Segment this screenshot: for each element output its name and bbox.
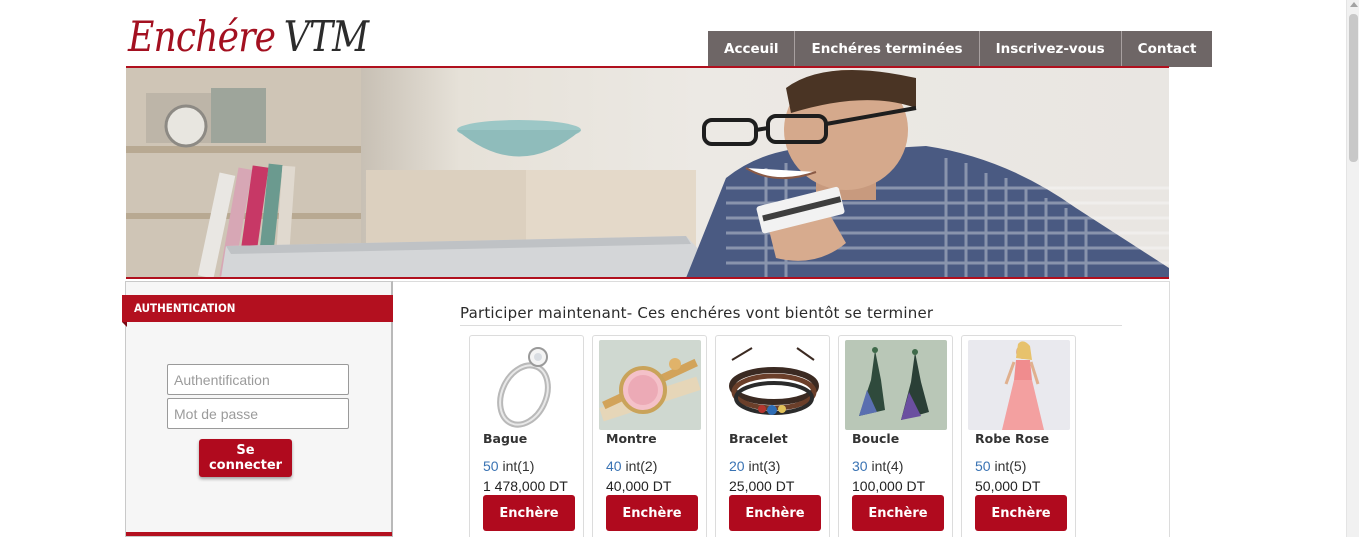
- product-card-montre[interactable]: Montre 40 int(2) 40,000 DT Enchère: [592, 335, 707, 537]
- interest-label: int(5): [994, 458, 1027, 474]
- interest-count: 50: [975, 458, 991, 474]
- bid-button[interactable]: Enchère: [483, 495, 575, 531]
- product-name[interactable]: Montre: [606, 431, 657, 446]
- page: Enchére VTM Acceuil Enchéres terminées In…: [0, 0, 1359, 537]
- bid-button[interactable]: Enchère: [975, 495, 1067, 531]
- hero-divider: [126, 277, 1169, 279]
- product-image-watch[interactable]: [599, 340, 701, 430]
- interest-count: 40: [606, 458, 622, 474]
- interest-count: 20: [729, 458, 745, 474]
- nav-item-contact[interactable]: Contact: [1122, 31, 1213, 67]
- hero-banner-image: [126, 68, 1169, 278]
- product-interest: 40 int(2): [606, 458, 657, 474]
- product-interest: 20 int(3): [729, 458, 780, 474]
- page-scrollbar[interactable]: [1346, 0, 1359, 537]
- sidebar-bottom-bar: [126, 532, 392, 536]
- auth-sidebar: AUTHENTICATION Se connecter: [122, 281, 393, 537]
- product-card-robe-rose[interactable]: Robe Rose 50 int(5) 50,000 DT Enchère: [961, 335, 1076, 537]
- login-input[interactable]: [167, 364, 349, 395]
- product-image-ring[interactable]: [476, 340, 578, 430]
- product-name[interactable]: Bracelet: [729, 431, 788, 446]
- product-name[interactable]: Boucle: [852, 431, 899, 446]
- bid-button[interactable]: Enchère: [729, 495, 821, 531]
- product-card-bracelet[interactable]: Bracelet 20 int(3) 25,000 DT Enchère: [715, 335, 830, 537]
- watch-image: [599, 340, 701, 430]
- product-interest: 30 int(4): [852, 458, 903, 474]
- interest-count: 30: [852, 458, 868, 474]
- product-price: 40,000 DT: [606, 478, 672, 494]
- section-title: Participer maintenant- Ces enchéres vont…: [460, 304, 934, 322]
- product-name[interactable]: Bague: [483, 431, 527, 446]
- product-image-dress[interactable]: [968, 340, 1070, 430]
- logo-text-part2: VTM: [283, 12, 369, 61]
- main-content: Participer maintenant- Ces enchéres vont…: [393, 281, 1170, 537]
- product-interest: 50 int(5): [975, 458, 1026, 474]
- product-name[interactable]: Robe Rose: [975, 431, 1049, 446]
- dress-image: [968, 340, 1070, 430]
- auth-panel-header: AUTHENTICATION: [122, 295, 393, 327]
- product-price: 1 478,000 DT: [483, 478, 568, 494]
- scroll-up-arrow-icon[interactable]: [1350, 2, 1358, 7]
- product-interest: 50 int(1): [483, 458, 534, 474]
- product-image-bracelet[interactable]: [722, 340, 824, 430]
- scrollbar-thumb[interactable]: [1349, 14, 1358, 162]
- product-price: 50,000 DT: [975, 478, 1041, 494]
- earrings-image: [845, 340, 947, 430]
- nav-item-accueil[interactable]: Acceuil: [708, 31, 796, 67]
- interest-count: 50: [483, 458, 499, 474]
- hero-illustration: [126, 68, 1169, 278]
- site-logo[interactable]: Enchére VTM: [128, 12, 369, 61]
- password-input[interactable]: [167, 398, 349, 429]
- interest-label: int(2): [625, 458, 658, 474]
- logo-text-part1: Enchére: [128, 12, 276, 61]
- product-price: 25,000 DT: [729, 478, 795, 494]
- interest-label: int(3): [748, 458, 781, 474]
- login-button[interactable]: Se connecter: [199, 439, 292, 477]
- interest-label: int(4): [871, 458, 904, 474]
- nav-item-inscrivez-vous[interactable]: Inscrivez-vous: [980, 31, 1122, 67]
- title-divider: [460, 325, 1122, 326]
- interest-label: int(1): [502, 458, 535, 474]
- product-price: 100,000 DT: [852, 478, 926, 494]
- ring-image: [476, 340, 578, 430]
- product-card-boucle[interactable]: Boucle 30 int(4) 100,000 DT Enchère: [838, 335, 953, 537]
- main-nav: Acceuil Enchéres terminées Inscrivez-vou…: [708, 31, 1213, 67]
- bid-button[interactable]: Enchère: [606, 495, 698, 531]
- bracelet-image: [722, 340, 824, 430]
- bid-button[interactable]: Enchère: [852, 495, 944, 531]
- product-card-bague[interactable]: Bague 50 int(1) 1 478,000 DT Enchère: [469, 335, 584, 537]
- product-image-earrings[interactable]: [845, 340, 947, 430]
- nav-item-encheres-terminees[interactable]: Enchéres terminées: [795, 31, 980, 67]
